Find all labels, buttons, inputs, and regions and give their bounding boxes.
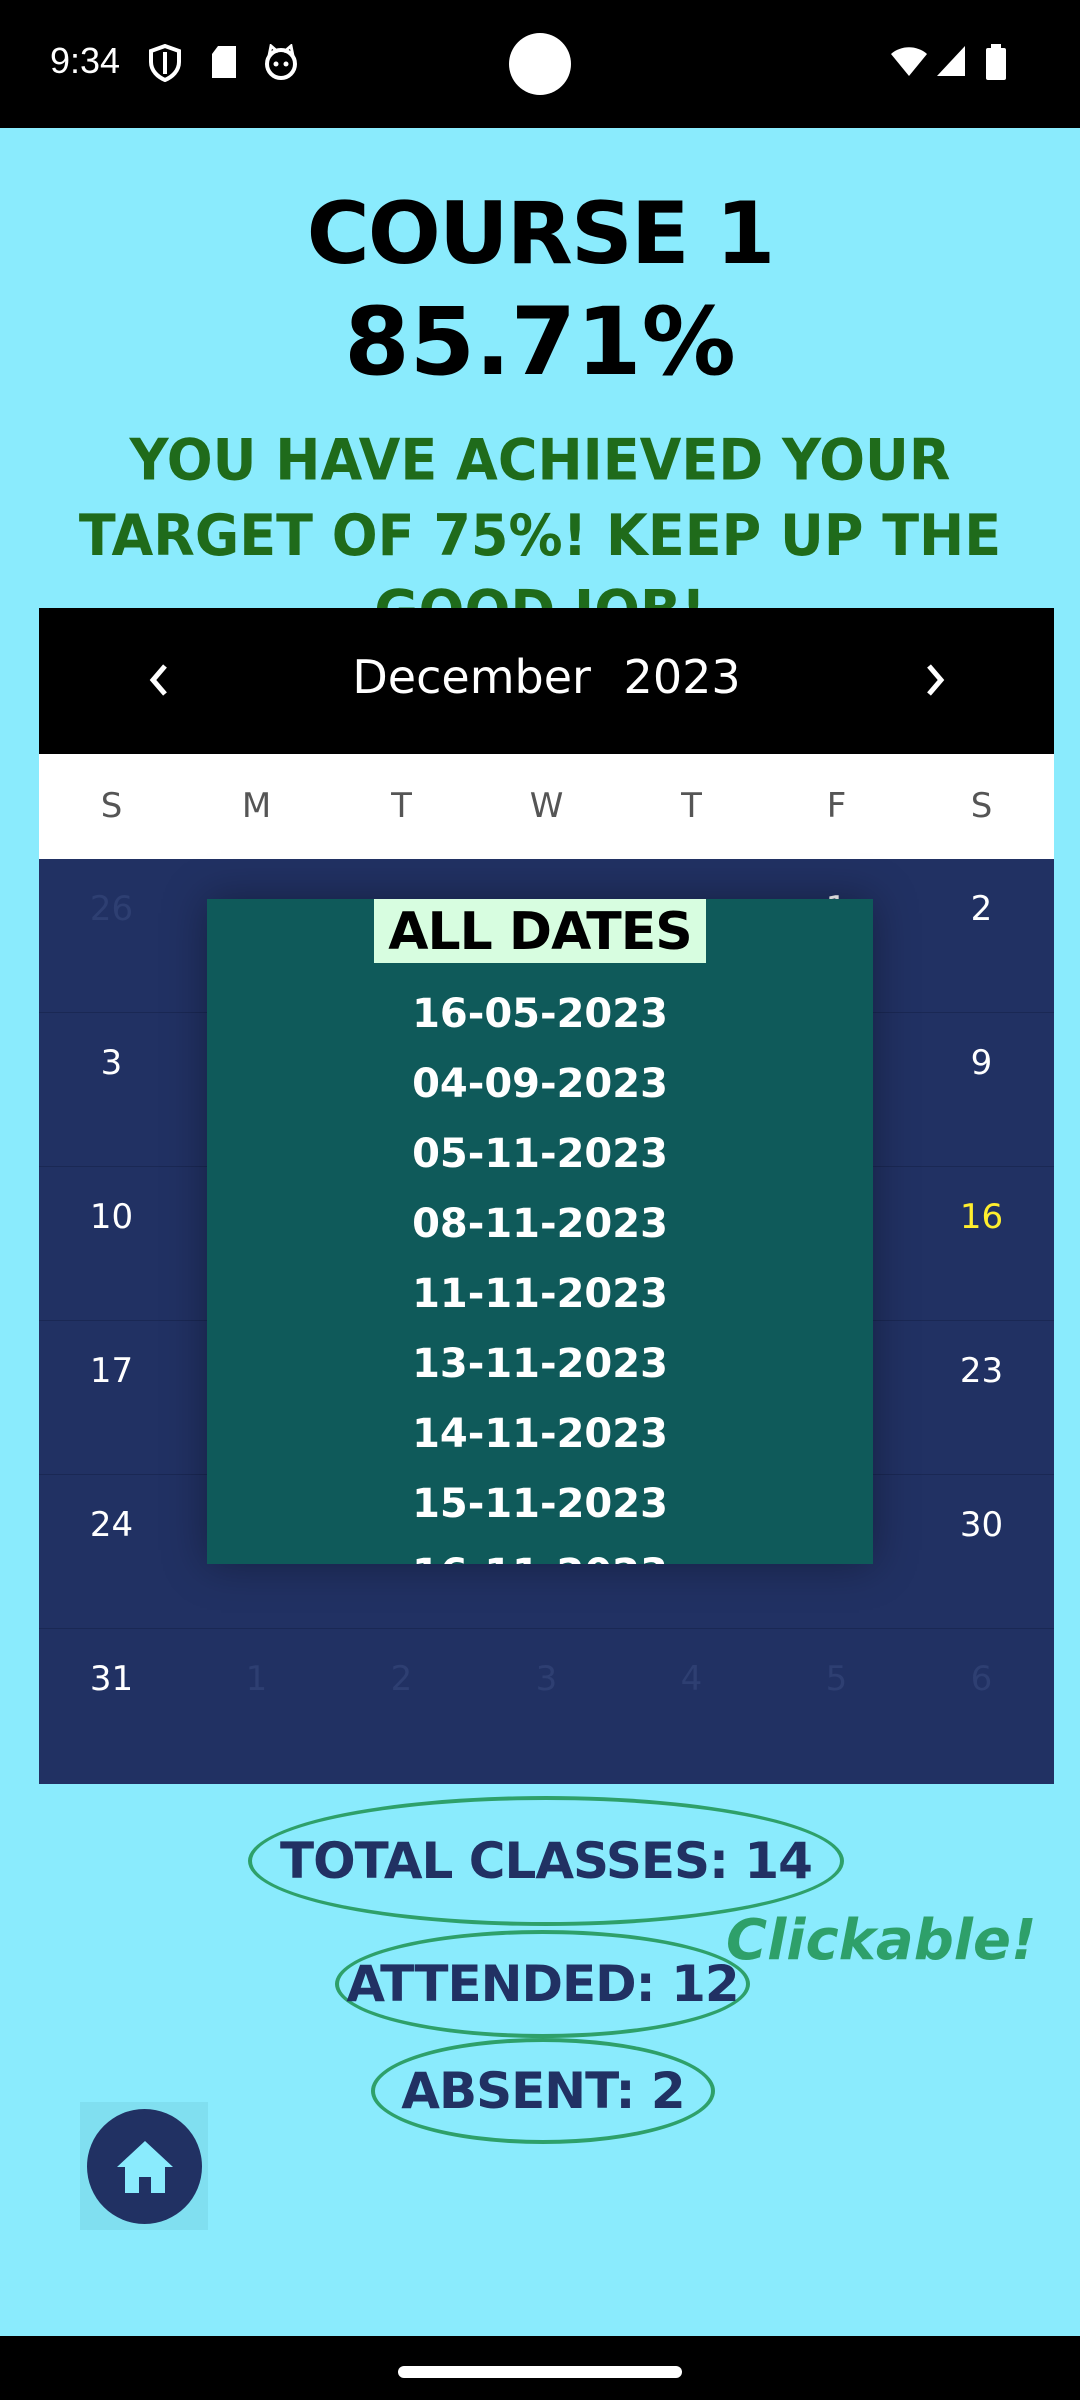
system-nav-bar <box>0 2336 1080 2400</box>
date-item: 13-11-2023 <box>412 1341 668 1387</box>
signal-icon <box>935 44 967 82</box>
date-item: 15-11-2023 <box>412 1481 668 1527</box>
weekday-label: M <box>241 786 272 826</box>
calendar-day[interactable]: 4 <box>619 1629 764 1783</box>
wifi-icon <box>889 44 929 82</box>
calendar-day[interactable]: 6 <box>909 1629 1054 1783</box>
clickable-hint: Clickable! <box>726 1908 1037 1973</box>
total-classes-button[interactable]: TOTAL CLASSES: 14 <box>248 1796 844 1926</box>
calendar-month: December <box>352 650 591 704</box>
weekday-label: T <box>681 786 702 826</box>
battery-icon <box>985 44 1007 84</box>
shield-icon <box>148 43 182 86</box>
calendar-day[interactable]: 24 <box>39 1475 184 1628</box>
all-dates-popup[interactable]: ALL DATES 16-05-2023 04-09-2023 05-11-20… <box>207 899 873 1564</box>
home-button[interactable] <box>87 2109 202 2224</box>
absent-label: ABSENT: 2 <box>401 2062 685 2120</box>
calendar-week-row: 31 1 2 3 4 5 6 <box>39 1629 1054 1783</box>
weekday-label: S <box>100 786 123 826</box>
next-month-button[interactable] <box>905 650 965 710</box>
course-title: COURSE 1 <box>306 184 776 284</box>
date-item: 14-11-2023 <box>412 1411 668 1457</box>
home-icon <box>116 2140 173 2193</box>
calendar-year: 2023 <box>623 650 741 704</box>
calendar-day-today[interactable]: 16 <box>909 1167 1054 1320</box>
attendance-percentage: 85.71% <box>344 288 736 397</box>
total-classes-label: TOTAL CLASSES: 14 <box>280 1832 813 1890</box>
app-screen: COURSE 1 85.71% YOU HAVE ACHIEVED YOUR T… <box>0 128 1080 2336</box>
calendar-day[interactable]: 17 <box>39 1321 184 1474</box>
date-item: 16-11-2023 <box>207 1539 873 1564</box>
weekday-label: T <box>391 786 412 826</box>
calendar-day[interactable]: 2 <box>329 1629 474 1783</box>
front-camera <box>509 33 571 95</box>
dates-list[interactable]: 16-05-2023 04-09-2023 05-11-2023 08-11-2… <box>207 979 873 1564</box>
date-item: 08-11-2023 <box>412 1201 668 1247</box>
chevron-right-icon <box>927 664 945 696</box>
home-gesture-pill[interactable] <box>398 2366 682 2378</box>
attended-label: ATTENDED: 12 <box>346 1955 739 2013</box>
calendar-day[interactable]: 1 <box>184 1629 329 1783</box>
weekday-header: S M T W T F S <box>39 754 1054 859</box>
calendar-day[interactable]: 2 <box>909 859 1054 1012</box>
calendar-day[interactable]: 5 <box>764 1629 909 1783</box>
date-item: 11-11-2023 <box>412 1271 668 1317</box>
calendar-header: December 2023 <box>39 608 1054 754</box>
attended-button[interactable]: ATTENDED: 12 <box>335 1930 750 2038</box>
calendar-day[interactable]: 26 <box>39 859 184 1012</box>
calendar-day[interactable]: 23 <box>909 1321 1054 1474</box>
weekday-label: F <box>826 786 847 826</box>
calendar-day[interactable]: 3 <box>39 1013 184 1166</box>
calendar-month-year: December 2023 <box>39 650 1054 704</box>
calendar-day[interactable]: 10 <box>39 1167 184 1320</box>
date-item: 05-11-2023 <box>412 1131 668 1177</box>
calendar-day[interactable]: 31 <box>39 1629 184 1783</box>
status-bar: 9:34 <box>0 0 1080 128</box>
calendar-day[interactable]: 30 <box>909 1475 1054 1628</box>
date-item: 04-09-2023 <box>412 1061 668 1107</box>
cat-face-icon <box>263 43 299 84</box>
popup-title: ALL DATES <box>374 899 706 963</box>
sd-card-icon <box>210 44 238 84</box>
weekday-label: S <box>970 786 993 826</box>
calendar-day[interactable]: 3 <box>474 1629 619 1783</box>
status-time: 9:34 <box>50 40 121 81</box>
calendar-day[interactable]: 9 <box>909 1013 1054 1166</box>
weekday-label: W <box>529 786 564 826</box>
date-item: 16-05-2023 <box>412 991 668 1037</box>
absent-button[interactable]: ABSENT: 2 <box>371 2038 715 2144</box>
